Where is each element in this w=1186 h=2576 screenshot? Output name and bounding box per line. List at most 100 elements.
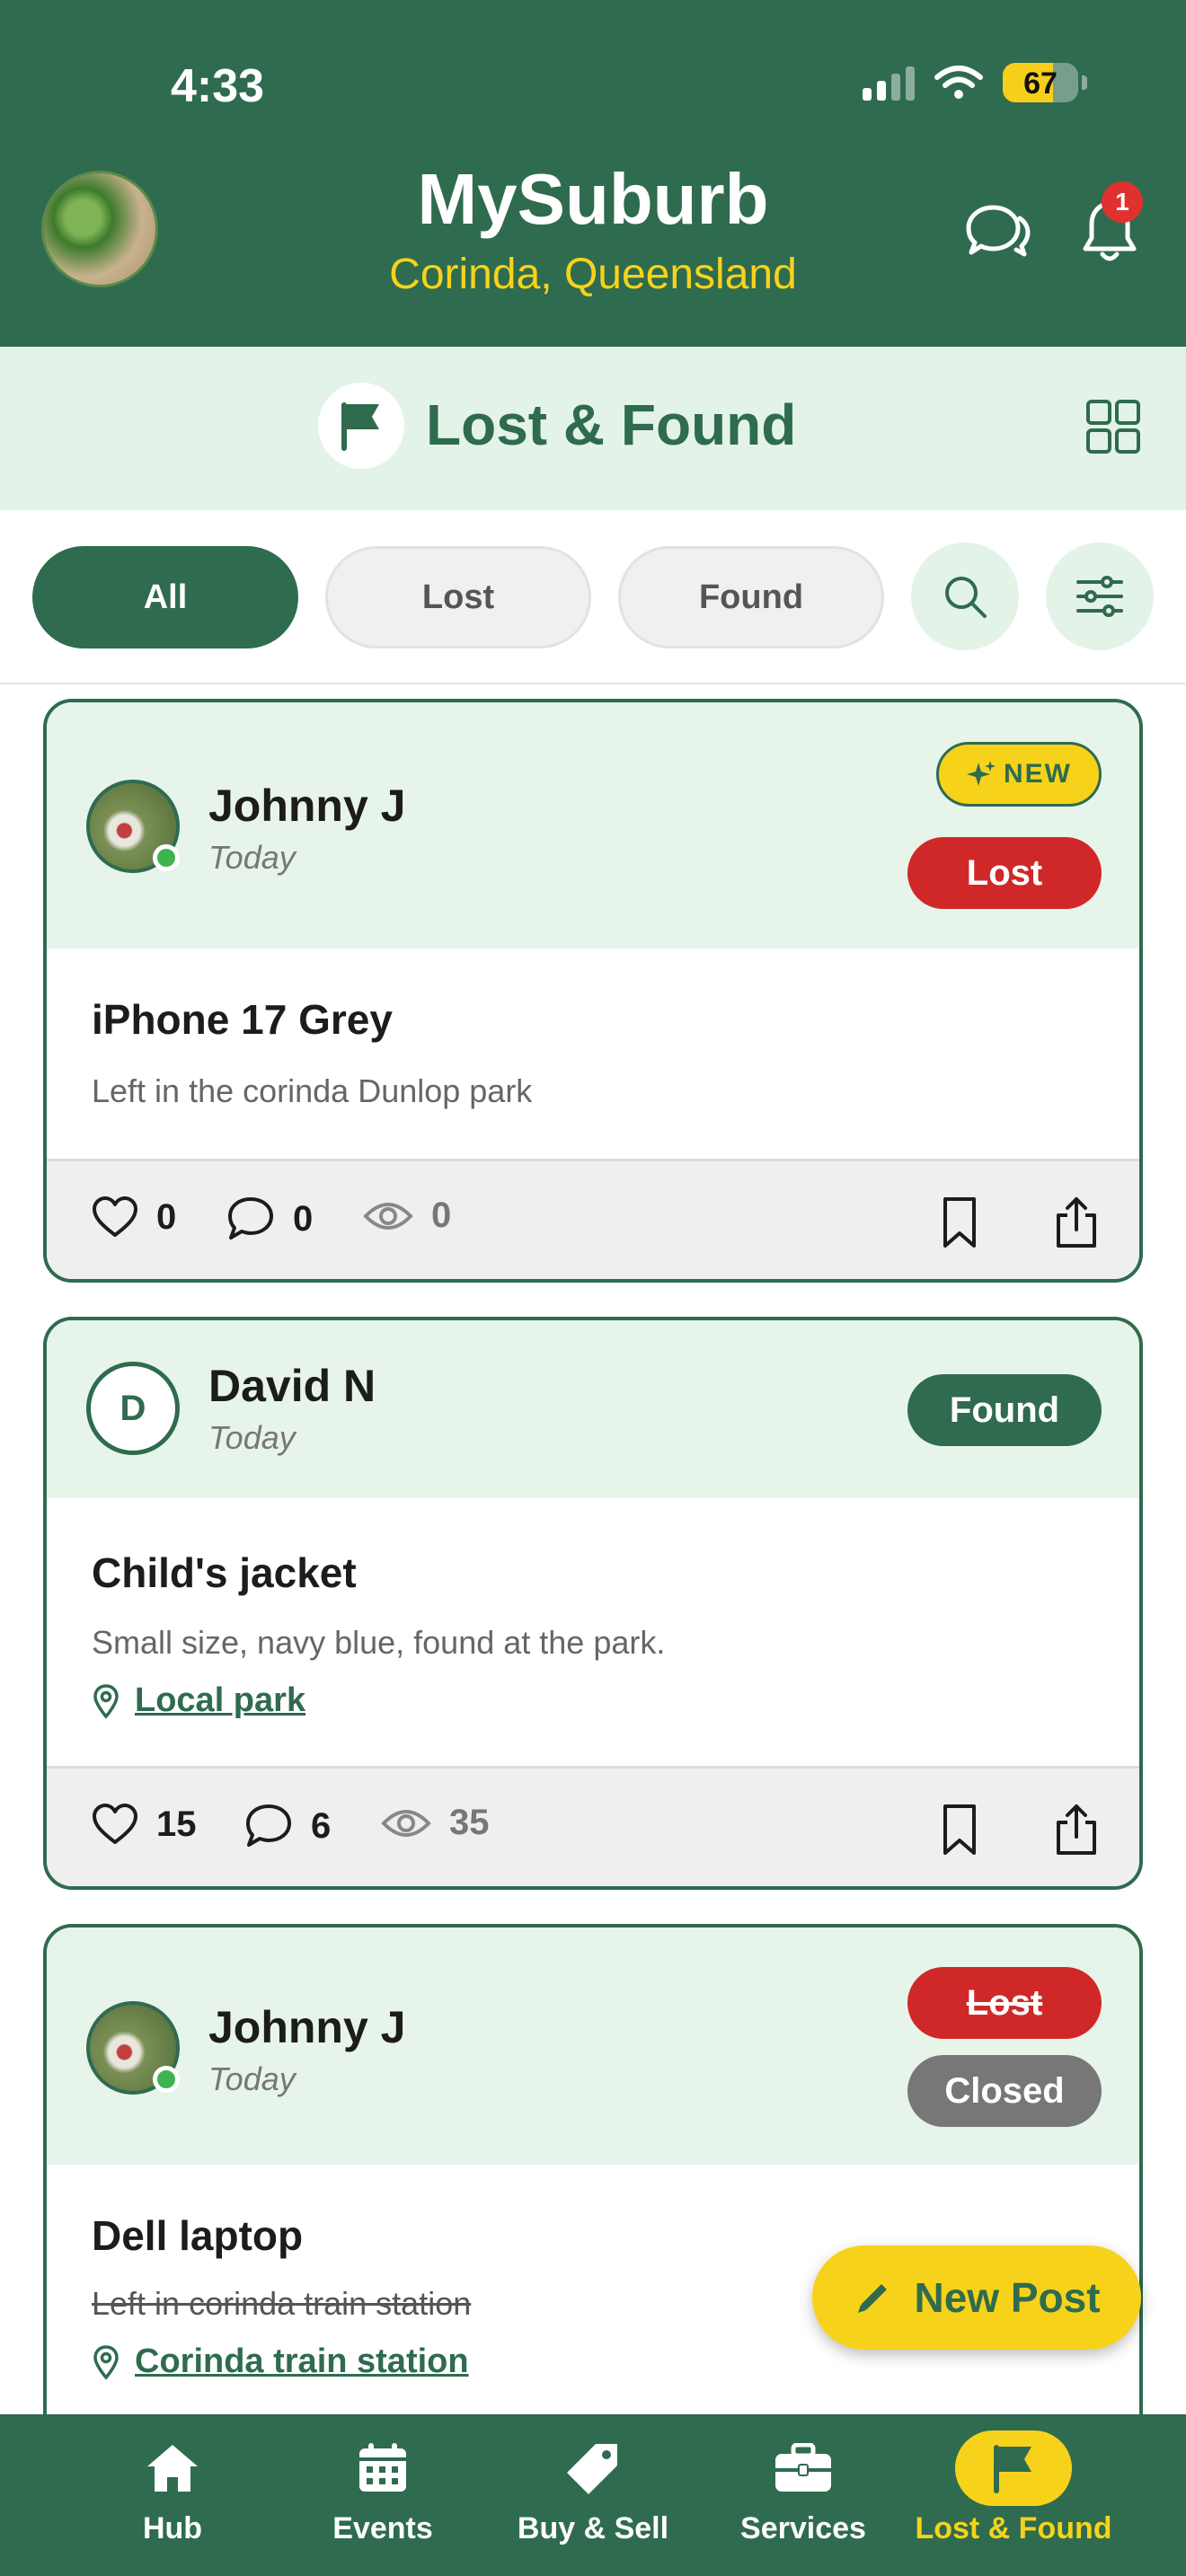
status-icons: 67 [863,63,1087,102]
comment-count: 6 [311,1805,332,1846]
comment-button[interactable]: 0 [226,1195,313,1242]
new-badge-label: NEW [1004,759,1072,789]
nav-label: Hub [142,2511,203,2545]
section-title: Lost & Found [426,393,797,457]
nav-item-hub[interactable]: Hub [65,2430,280,2546]
tag-icon [535,2430,651,2506]
filter-chip-found[interactable]: Found [618,546,884,648]
post-card[interactable]: Johnny J Today NEW Lost iPhone 17 Grey L… [43,699,1143,1283]
nav-item-events[interactable]: Events [275,2430,491,2546]
battery-indicator: 67 [1003,63,1078,102]
nav-item-buy-sell[interactable]: Buy & Sell [485,2430,701,2546]
sparkle-icon [967,761,996,786]
post-card-body: iPhone 17 Grey Left in the corinda Dunlo… [47,948,1139,1159]
post-time: Today [208,2060,296,2097]
sliders-icon [1076,576,1123,617]
like-button[interactable]: 0 [92,1195,176,1239]
filter-settings-button[interactable] [1046,543,1154,650]
status-badge-found: Found [907,1374,1102,1446]
flag-icon [318,383,404,469]
post-title: Dell laptop [92,2212,304,2259]
online-indicator [153,844,180,871]
post-description: Left in corinda train station [92,2285,472,2322]
author-avatar-initial[interactable]: D [86,1362,180,1455]
bookmark-icon[interactable] [934,1195,985,1249]
author-name[interactable]: Johnny J [208,780,405,832]
like-count: 0 [156,1196,177,1237]
post-location-link[interactable]: Local park [92,1681,305,1720]
section-bar: Lost & Found [0,347,1186,510]
calendar-icon [324,2430,441,2506]
status-badge-lost: Lost [907,837,1102,909]
post-time: Today [208,1419,296,1456]
nav-label: Buy & Sell [517,2511,669,2545]
notifications-button[interactable]: 1 [1069,181,1150,271]
share-icon[interactable] [1051,1195,1102,1249]
comment-button[interactable]: 6 [244,1803,331,1849]
search-icon [945,577,987,618]
post-location-link[interactable]: Corinda train station [92,2342,469,2381]
new-badge: NEW [936,742,1102,807]
pencil-icon [858,2284,888,2313]
post-card[interactable]: D David N Today Found Child's jacket Sma… [43,1317,1143,1890]
eye-icon [363,1202,413,1230]
nav-label: Lost & Found [915,2511,1112,2545]
comment-count: 0 [293,1198,314,1239]
location-label[interactable]: Corinda train station [135,2342,469,2381]
flag-icon [955,2430,1072,2506]
post-card-header: Johnny J Today NEW Lost [47,702,1139,948]
status-time: 4:33 [171,60,265,112]
comment-icon [246,1804,291,1847]
author-avatar[interactable] [86,2001,180,2095]
post-card-footer: 15 6 35 [47,1766,1139,1886]
notification-badge: 1 [1102,181,1143,223]
comment-icon [228,1197,273,1239]
wifi-icon [934,66,983,99]
new-post-button[interactable]: New Post [812,2245,1141,2350]
cellular-signal-icon [863,65,915,101]
new-post-label: New Post [914,2274,1101,2321]
post-title: iPhone 17 Grey [92,996,393,1043]
bottom-navigation: Hub Events Buy & Sell Services Lost & Fo… [0,2414,1186,2576]
post-description: Left in the corinda Dunlop park [92,1072,533,1109]
like-count: 15 [156,1804,197,1844]
online-indicator [153,2066,180,2093]
view-count: 35 [449,1803,490,1842]
like-button[interactable]: 15 [92,1803,197,1846]
chat-bubbles-icon [966,205,1031,257]
view-count: 0 [431,1195,452,1235]
nav-label: Services [740,2511,866,2545]
post-card-header: D David N Today Found [47,1320,1139,1498]
filter-chip-lost[interactable]: Lost [325,546,591,648]
post-title: Child's jacket [92,1549,357,1596]
status-badge-lost-label: Lost [966,1982,1043,2023]
filter-chip-all[interactable]: All [32,546,298,648]
post-description: Small size, navy blue, found at the park… [92,1624,666,1661]
grid-view-icon[interactable] [1085,399,1141,454]
heart-icon [93,1196,137,1237]
bookmark-icon[interactable] [934,1803,985,1857]
nav-label: Events [332,2511,433,2545]
location-label[interactable]: Local park [135,1681,305,1720]
views-count-group: 0 [363,1195,451,1236]
heart-icon [93,1804,137,1844]
post-card[interactable]: Johnny J Today Lost Closed Dell laptop L… [43,1924,1143,2463]
share-icon[interactable] [1051,1803,1102,1857]
status-badge-lost: Lost [907,1967,1102,2039]
views-count-group: 35 [381,1803,490,1843]
nav-item-lost-found[interactable]: Lost & Found [906,2430,1121,2546]
author-avatar[interactable] [86,780,180,873]
post-card-body: Child's jacket Small size, navy blue, fo… [47,1498,1139,1766]
post-card-header: Johnny J Today Lost Closed [47,1928,1139,2165]
location-pin-icon [93,2344,119,2380]
post-time: Today [208,839,296,876]
nav-item-services[interactable]: Services [695,2430,911,2546]
briefcase-icon [745,2430,862,2506]
home-icon [114,2430,231,2506]
author-name[interactable]: Johnny J [208,2001,405,2053]
messages-button[interactable] [958,190,1039,271]
search-button[interactable] [911,543,1019,650]
post-card-footer: 0 0 0 [47,1159,1139,1279]
filter-bar: All Lost Found [0,510,1186,684]
author-name[interactable]: David N [208,1360,376,1412]
